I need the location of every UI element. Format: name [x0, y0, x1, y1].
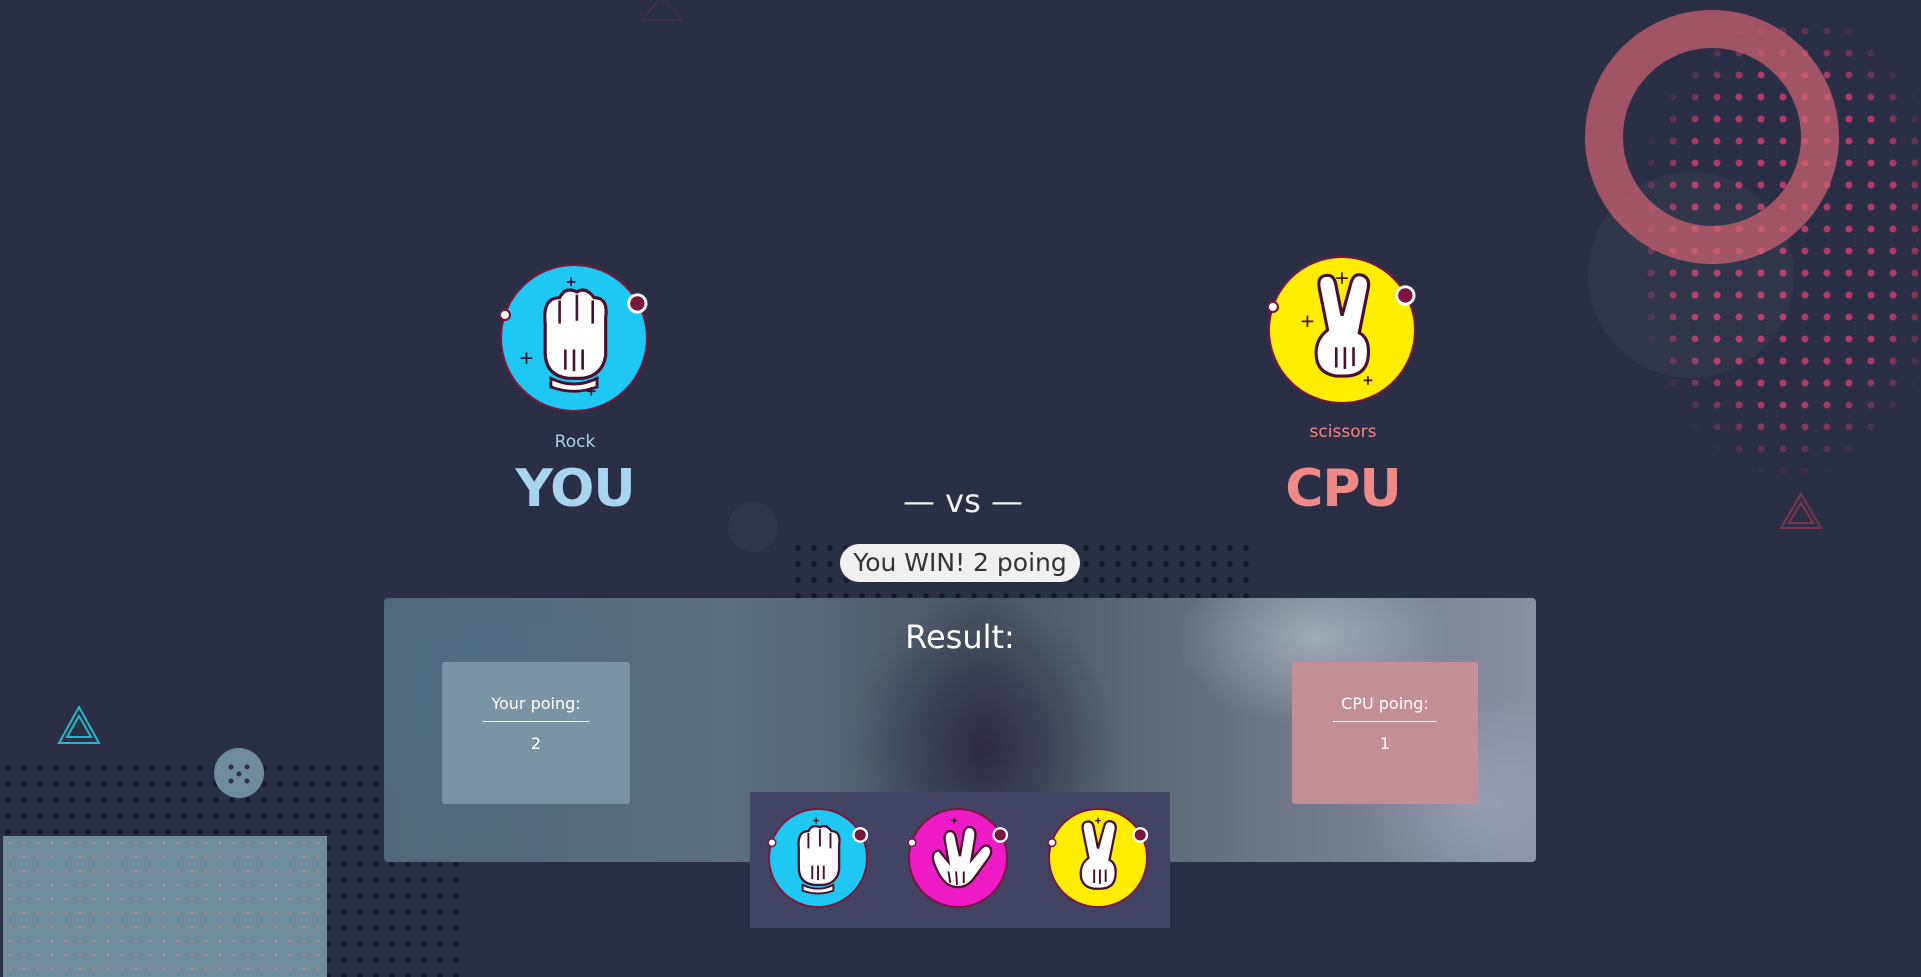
cpu-score-box: CPU poing: 1 [1292, 662, 1478, 804]
cpu-choice-label: scissors [1309, 422, 1377, 442]
cpu-name: CPU [1285, 459, 1402, 519]
cpu-score-label: CPU poing: [1333, 694, 1437, 722]
paper-hand-icon [907, 817, 1009, 889]
faint-circle-center [728, 502, 778, 552]
player-name: YOU [515, 459, 635, 519]
cpu-score-value: 1 [1379, 734, 1391, 753]
scissors-hand-icon [1266, 258, 1416, 402]
choice-picker [750, 792, 1170, 928]
round-result-badge: You WIN! 2 poing [840, 544, 1080, 582]
dotted-circle-decoration [214, 748, 264, 798]
pink-ring-decoration [1585, 10, 1839, 264]
player-choice-label: Rock [554, 432, 596, 452]
paper-button[interactable] [907, 810, 1009, 906]
patterned-rectangle-decoration [3, 836, 327, 977]
rock-button[interactable] [767, 810, 869, 906]
your-score-value: 2 [530, 734, 542, 753]
scissors-button[interactable] [1047, 810, 1149, 906]
vs-label: — vs — [903, 482, 1023, 520]
triangle-left-decoration [56, 704, 102, 750]
your-score-box: Your poing: 2 [442, 662, 630, 804]
triangle-right-decoration [1778, 491, 1824, 535]
result-title: Result: [905, 618, 1015, 656]
your-score-label: Your poing: [483, 694, 589, 722]
rock-hand-icon [498, 266, 648, 410]
triangle-top-decoration [639, 0, 685, 26]
scissors-hand-icon [1047, 817, 1149, 890]
rock-hand-icon [767, 817, 869, 895]
